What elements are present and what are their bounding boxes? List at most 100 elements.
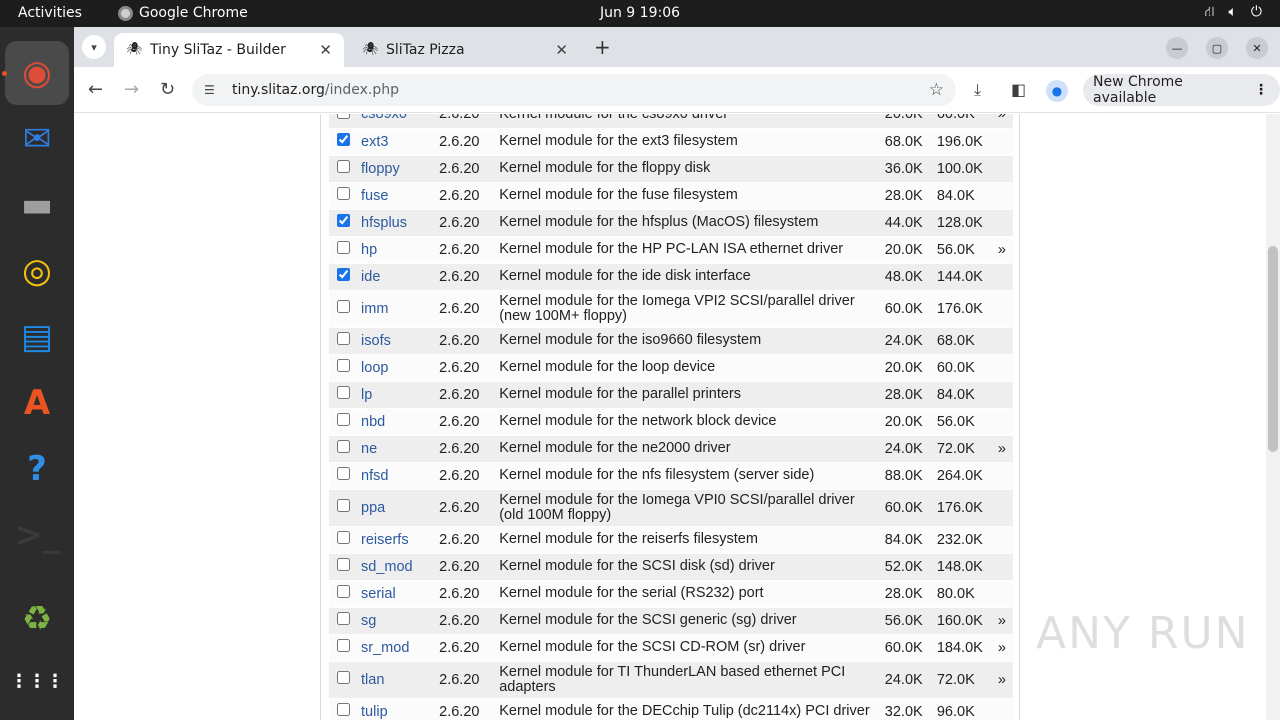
package-checkbox[interactable]: [336, 386, 350, 399]
package-checkbox[interactable]: [336, 114, 350, 119]
writer-dock-icon[interactable]: ▤: [5, 305, 69, 369]
package-name-link[interactable]: ne: [357, 435, 436, 463]
address-bar[interactable]: ☰ tiny.slitaz.org/index.php ☆: [192, 74, 956, 106]
package-checkbox[interactable]: [336, 332, 350, 345]
table-row: nbd 2.6.20 Kernel module for the network b…: [329, 408, 1013, 436]
close-icon[interactable]: ✕: [319, 41, 332, 59]
package-name-link[interactable]: lp: [357, 381, 436, 409]
package-version: 2.6.20: [435, 580, 496, 608]
package-checkbox[interactable]: [336, 300, 350, 313]
package-checkbox[interactable]: [336, 268, 350, 281]
package-name-link[interactable]: serial: [357, 580, 436, 608]
package-name-link[interactable]: tlan: [357, 661, 436, 699]
more-menu-icon[interactable]: ⋮: [1254, 82, 1268, 98]
page-scrollbar[interactable]: [1266, 114, 1280, 720]
package-version: 2.6.20: [435, 408, 496, 436]
package-name-link[interactable]: sg: [357, 607, 436, 635]
package-name-link[interactable]: loop: [357, 354, 436, 382]
chrome-dock-icon[interactable]: ◉: [5, 41, 69, 105]
tab-slitaz-pizza[interactable]: 🕷︎ SliTaz Pizza ✕: [350, 33, 580, 67]
package-name-link[interactable]: cs89x0: [357, 114, 436, 129]
maximize-button[interactable]: ▢: [1206, 37, 1228, 59]
update-chrome-button[interactable]: New Chrome available ⋮: [1083, 74, 1280, 106]
package-name-link[interactable]: sd_mod: [357, 553, 436, 581]
more-info-link[interactable]: »: [990, 661, 1013, 699]
package-size: 20.0K: [880, 236, 933, 264]
package-checkbox[interactable]: [336, 499, 350, 512]
more-info-link[interactable]: »: [990, 236, 1013, 264]
package-name-link[interactable]: hp: [357, 236, 436, 264]
package-checkbox[interactable]: [336, 160, 350, 173]
tab-search-button[interactable]: ▾: [82, 35, 106, 59]
bookmark-star-icon[interactable]: ☆: [929, 80, 944, 100]
package-checkbox[interactable]: [336, 214, 350, 227]
package-checkbox[interactable]: [336, 133, 350, 146]
package-checkbox[interactable]: [336, 639, 350, 652]
profile-avatar[interactable]: ●: [1046, 80, 1068, 102]
package-checkbox[interactable]: [336, 585, 350, 598]
close-window-button[interactable]: ✕: [1246, 37, 1268, 59]
package-installed-size: 232.0K: [932, 526, 991, 554]
terminal-dock-icon[interactable]: >_: [5, 503, 69, 567]
tab-tiny-slitaz-builder[interactable]: 🕷︎ Tiny SliTaz - Builder ✕: [114, 33, 344, 67]
show-apps-dock-icon[interactable]: ⋮⋮⋮: [5, 649, 69, 713]
package-name-link[interactable]: nfsd: [357, 462, 436, 490]
package-name-link[interactable]: reiserfs: [357, 526, 436, 554]
app-center-dock-icon[interactable]: A: [5, 371, 69, 435]
package-name-link[interactable]: tulip: [357, 698, 436, 720]
package-name-link[interactable]: ext3: [357, 128, 436, 156]
close-icon[interactable]: ✕: [555, 41, 568, 59]
more-info-link[interactable]: »: [990, 607, 1013, 635]
rhythmbox-dock-icon[interactable]: ◎: [5, 239, 69, 303]
download-icon[interactable]: ⤓: [974, 80, 981, 100]
package-checkbox[interactable]: [336, 467, 350, 480]
package-installed-size: 84.0K: [932, 381, 991, 409]
scrollbar-thumb[interactable]: [1268, 246, 1278, 452]
show-apps-glyph-icon: ⋮⋮⋮: [10, 670, 64, 692]
package-installed-size: 96.0K: [932, 698, 991, 720]
package-checkbox[interactable]: [336, 558, 350, 571]
package-name-link[interactable]: ide: [357, 263, 436, 291]
clock[interactable]: Jun 9 19:06: [0, 5, 1280, 21]
package-checkbox[interactable]: [336, 612, 350, 625]
more-info-link[interactable]: »: [990, 634, 1013, 662]
site-info-icon[interactable]: ☰: [204, 83, 220, 97]
package-description: Kernel module for the cs89x0 driver: [495, 114, 881, 129]
power-icon[interactable]: ⏻: [1251, 4, 1262, 22]
package-checkbox[interactable]: [336, 241, 350, 254]
help-dock-icon[interactable]: ?: [5, 437, 69, 501]
package-checkbox[interactable]: [336, 413, 350, 426]
volume-icon[interactable]: 🔈︎: [1229, 4, 1237, 22]
files-dock-icon[interactable]: ▬: [5, 173, 69, 237]
side-panel-icon[interactable]: ◧: [1011, 80, 1026, 99]
trash-dock-icon[interactable]: ♻: [5, 587, 69, 651]
new-tab-button[interactable]: +: [594, 35, 611, 59]
more-info-link[interactable]: »: [990, 114, 1013, 129]
package-name-link[interactable]: isofs: [357, 327, 436, 355]
package-checkbox[interactable]: [336, 359, 350, 372]
network-icon[interactable]: ⛙: [1205, 4, 1215, 22]
package-checkbox[interactable]: [336, 187, 350, 200]
package-name-link[interactable]: floppy: [357, 155, 436, 183]
package-name-link[interactable]: ppa: [357, 489, 436, 527]
package-name-link[interactable]: fuse: [357, 182, 436, 210]
package-version: 2.6.20: [435, 698, 496, 720]
forward-button[interactable]: →: [124, 79, 139, 100]
minimize-button[interactable]: —: [1166, 37, 1188, 59]
reload-button[interactable]: ↻: [160, 79, 175, 100]
package-name-link[interactable]: nbd: [357, 408, 436, 436]
package-name-link[interactable]: imm: [357, 290, 436, 328]
package-name-link[interactable]: sr_mod: [357, 634, 436, 662]
package-checkbox[interactable]: [336, 440, 350, 453]
package-checkbox[interactable]: [336, 671, 350, 684]
thunderbird-dock-icon[interactable]: ✉: [5, 107, 69, 171]
table-row: floppy 2.6.20 Kernel module for the floppy…: [329, 155, 1013, 183]
checkbox-cell: [329, 114, 358, 129]
more-info-link[interactable]: »: [990, 435, 1013, 463]
package-name-link[interactable]: hfsplus: [357, 209, 436, 237]
back-button[interactable]: ←: [88, 79, 103, 100]
package-checkbox[interactable]: [336, 703, 350, 716]
package-size: 28.0K: [880, 381, 933, 409]
system-tray[interactable]: ⛙ 🔈︎ ⏻: [1205, 4, 1262, 22]
package-checkbox[interactable]: [336, 531, 350, 544]
